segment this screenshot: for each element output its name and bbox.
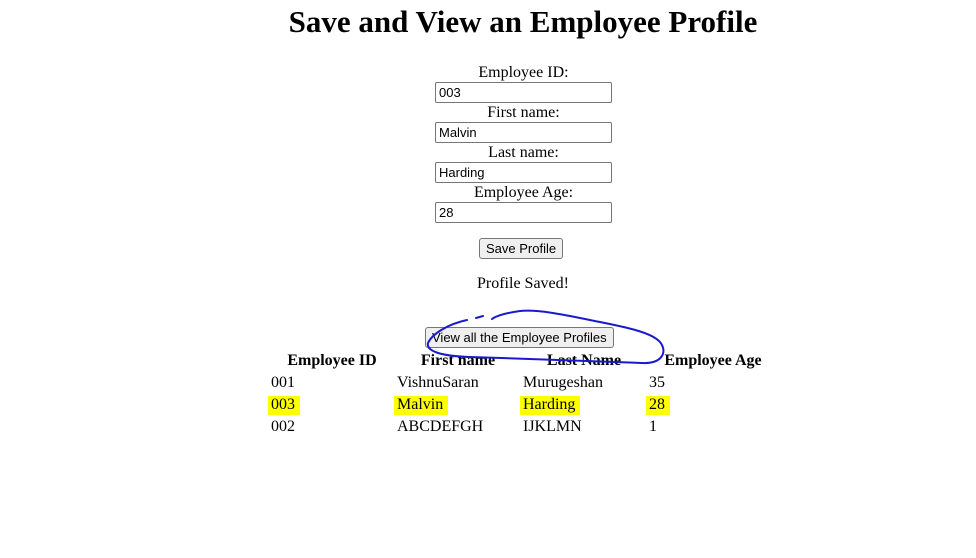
cell-last-name: IJKLMN <box>523 418 582 435</box>
cell-employee-id: 001 <box>271 374 295 391</box>
view-all-profiles-button[interactable]: View all the Employee Profiles <box>425 327 614 348</box>
first-name-input[interactable] <box>435 122 612 143</box>
last-name-label: Last name: <box>488 144 559 161</box>
cell-employee-id: 003 <box>268 395 394 415</box>
employee-age-input[interactable] <box>435 202 612 223</box>
cell-first-name: VishnuSaran <box>397 374 479 391</box>
page-title: Save and View an Employee Profile <box>288 4 758 39</box>
employee-age-label: Employee Age: <box>473 184 574 201</box>
employee-id-input[interactable] <box>435 82 612 103</box>
table-row: 001 VishnuSaran Murugeshan 35 <box>270 373 778 393</box>
highlight-mark: 28 <box>646 396 670 415</box>
employee-id-label: Employee ID: <box>478 64 569 81</box>
cell-first-name: Malvin <box>394 395 520 415</box>
last-name-input[interactable] <box>435 162 612 183</box>
cell-last-name: Harding <box>520 395 646 415</box>
cell-first-name: ABCDEFGH <box>397 418 484 435</box>
annotation-stroke-tick <box>475 315 484 319</box>
column-header-employee-age: Employee Age <box>664 352 762 369</box>
table-header-row: Employee ID First name Last Name Employe… <box>270 351 778 371</box>
cell-employee-age: 1 <box>649 418 657 435</box>
highlight-mark: Harding <box>520 396 581 415</box>
cell-employee-age: 28 <box>646 395 778 415</box>
column-header-first-name: First name <box>420 352 496 369</box>
highlight-mark: Malvin <box>394 396 449 415</box>
table-row: 002 ABCDEFGH IJKLMN 1 <box>270 417 778 437</box>
first-name-label: First name: <box>487 104 560 121</box>
page: Save and View an Employee Profile Employ… <box>0 0 976 558</box>
save-profile-button[interactable]: Save Profile <box>479 238 564 259</box>
column-header-employee-id: Employee ID <box>287 352 377 369</box>
employee-profiles-table: Employee ID First name Last Name Employe… <box>268 349 780 439</box>
profile-form: Employee ID: First name: Last name: Empl… <box>435 63 612 223</box>
cell-employee-id: 002 <box>271 418 295 435</box>
highlight-mark: 003 <box>268 396 300 415</box>
cell-last-name: Murugeshan <box>523 374 603 391</box>
table-row-highlighted: 003 Malvin Harding 28 <box>268 395 778 415</box>
cell-employee-age: 35 <box>649 374 665 391</box>
status-message: Profile Saved! <box>477 275 569 292</box>
column-header-last-name: Last Name <box>546 352 622 369</box>
